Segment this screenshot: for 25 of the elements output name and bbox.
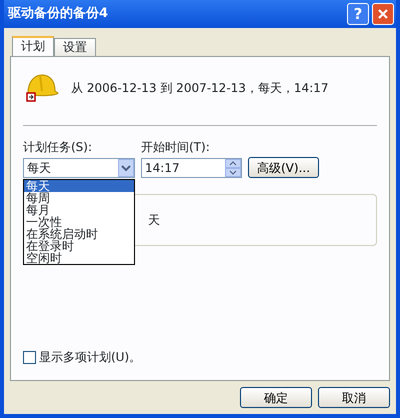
help-button[interactable]: ?	[347, 3, 369, 25]
interval-unit-label: 天	[148, 212, 160, 229]
schedule-dropdown[interactable]: 每天	[23, 158, 135, 178]
tab[interactable]: 设置	[54, 38, 96, 56]
start-time-field[interactable]: 14:17	[141, 158, 242, 178]
dropdown-option[interactable]: 每月	[24, 204, 134, 216]
dropdown-option[interactable]: 每周	[24, 192, 134, 204]
start-time-label: 开始时间(T):	[141, 139, 211, 156]
dropdown-option[interactable]: 一次性	[24, 216, 134, 228]
spinner-icon[interactable]	[225, 159, 241, 177]
show-multiple-schedules-label: 显示多项计划(U)。	[39, 349, 142, 366]
dropdown-option[interactable]: 每天	[24, 180, 134, 192]
schedule-summary: 从 2006-12-13 到 2007-12-13，每天，14:17	[71, 80, 329, 97]
close-icon	[377, 8, 389, 20]
dropdown-option[interactable]: 空闲时	[24, 252, 134, 264]
checkbox[interactable]	[23, 350, 36, 364]
schedule-label: 计划任务(S):	[23, 139, 94, 156]
tab[interactable]: 计划	[12, 36, 54, 57]
advanced-button[interactable]: 高级(V)...	[248, 157, 320, 178]
dropdown-option[interactable]: 在登录时	[24, 240, 134, 252]
dropdown-option[interactable]: 在系统启动时	[24, 228, 134, 240]
close-button[interactable]	[372, 3, 394, 25]
dialog-button[interactable]: 取消	[318, 387, 390, 408]
window-title: 驱动备份的备份4	[8, 5, 110, 24]
dialog-button[interactable]: 确定	[240, 387, 312, 408]
